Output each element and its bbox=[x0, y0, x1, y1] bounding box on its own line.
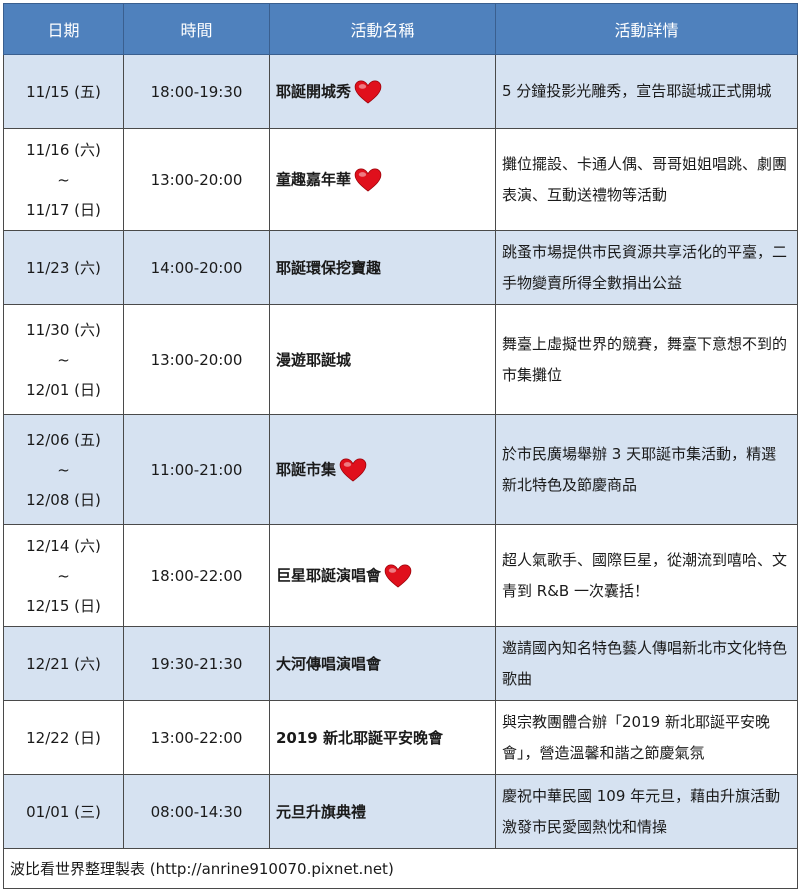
event-date: 11/30 (六) ~12/01 (日) bbox=[3, 304, 124, 415]
event-name: 漫遊耶誕城 bbox=[276, 351, 352, 369]
event-name: 巨星耶誕演唱會 bbox=[276, 566, 382, 584]
date-line: 12/08 (日) bbox=[26, 490, 101, 509]
event-schedule-table: 日期 時間 活動名稱 活動詳情 11/15 (五) 18:00-19:30 耶誕開城… bbox=[3, 3, 798, 889]
header-event-detail: 活動詳情 bbox=[495, 3, 798, 55]
date-line: 11/30 (六) bbox=[26, 320, 101, 339]
table-row: 01/01 (三) 08:00-14:30 元旦升旗典禮 慶祝中華民國 109 年元旦… bbox=[3, 774, 798, 849]
header-event-name: 活動名稱 bbox=[269, 3, 496, 55]
table-row: 12/06 (五) ~12/08 (日) 11:00-21:00 耶誕市集 於市民廣場舉… bbox=[3, 414, 798, 525]
date-line: ~ bbox=[57, 350, 70, 369]
header-date: 日期 bbox=[3, 3, 124, 55]
date-line: ~ bbox=[57, 566, 70, 585]
event-name-cell: 大河傳唱演唱會 bbox=[269, 626, 496, 701]
event-name-cell: 元旦升旗典禮 bbox=[269, 774, 496, 849]
date-line: 01/01 (三) bbox=[26, 802, 101, 821]
event-name-cell: 巨星耶誕演唱會 bbox=[269, 524, 496, 627]
event-name: 耶誕開城秀 bbox=[276, 82, 352, 100]
event-detail: 跳蚤市場提供市民資源共享活化的平臺，二手物變賣所得全數捐出公益 bbox=[495, 230, 798, 305]
date-line: 11/16 (六) bbox=[26, 140, 101, 159]
event-name: 童趣嘉年華 bbox=[276, 170, 352, 188]
event-time: 13:00-22:00 bbox=[123, 700, 270, 775]
event-time: 18:00-19:30 bbox=[123, 54, 270, 129]
table-row: 12/22 (日) 13:00-22:00 2019 新北耶誕平安晚會 與宗教團體合辦… bbox=[3, 700, 798, 775]
event-detail: 超人氣歌手、國際巨星，從潮流到嘻哈、文青到 R&B 一次囊括！ bbox=[495, 524, 798, 627]
event-name-cell: 童趣嘉年華 bbox=[269, 128, 496, 231]
event-name-cell: 耶誕環保挖寶趣 bbox=[269, 230, 496, 305]
event-detail: 5 分鐘投影光雕秀，宣告耶誕城正式開城 bbox=[495, 54, 798, 129]
table-row: 11/23 (六) 14:00-20:00 耶誕環保挖寶趣 跳蚤市場提供市民資源共享活… bbox=[3, 230, 798, 305]
event-time: 08:00-14:30 bbox=[123, 774, 270, 849]
event-name: 大河傳唱演唱會 bbox=[276, 655, 382, 673]
table-row: 11/30 (六) ~12/01 (日) 13:00-20:00 漫遊耶誕城 舞臺上虛擬… bbox=[3, 304, 798, 415]
event-date: 11/16 (六) ~11/17 (日) bbox=[3, 128, 124, 231]
event-time: 13:00-20:00 bbox=[123, 304, 270, 415]
heart-icon bbox=[354, 80, 382, 104]
date-line: 12/21 (六) bbox=[26, 654, 101, 673]
event-detail: 於市民廣場舉辦 3 天耶誕市集活動，精選新北特色及節慶商品 bbox=[495, 414, 798, 525]
date-line: ~ bbox=[57, 170, 70, 189]
event-date: 11/15 (五) bbox=[3, 54, 124, 129]
footer-row: 波比看世界整理製表 (http://anrine910070.pixnet.ne… bbox=[3, 848, 798, 889]
event-date: 01/01 (三) bbox=[3, 774, 124, 849]
event-time: 14:00-20:00 bbox=[123, 230, 270, 305]
event-time: 18:00-22:00 bbox=[123, 524, 270, 627]
event-date: 12/21 (六) bbox=[3, 626, 124, 701]
event-name-cell: 2019 新北耶誕平安晚會 bbox=[269, 700, 496, 775]
event-name-cell: 漫遊耶誕城 bbox=[269, 304, 496, 415]
header-time: 時間 bbox=[123, 3, 270, 55]
date-line: 12/14 (六) bbox=[26, 536, 101, 555]
event-detail: 舞臺上虛擬世界的競賽，舞臺下意想不到的市集攤位 bbox=[495, 304, 798, 415]
event-detail: 慶祝中華民國 109 年元旦，藉由升旗活動激發市民愛國熱忱和情操 bbox=[495, 774, 798, 849]
event-detail: 與宗教團體合辦「2019 新北耶誕平安晚會」，營造溫馨和諧之節慶氣氛 bbox=[495, 700, 798, 775]
date-line: ~ bbox=[57, 460, 70, 479]
event-detail: 攤位擺設、卡通人偶、哥哥姐姐唱跳、劇團表演、互動送禮物等活動 bbox=[495, 128, 798, 231]
heart-icon bbox=[339, 458, 367, 482]
event-name-cell: 耶誕市集 bbox=[269, 414, 496, 525]
table-row: 11/16 (六) ~11/17 (日) 13:00-20:00 童趣嘉年華 攤位擺設、… bbox=[3, 128, 798, 231]
date-line: 11/17 (日) bbox=[26, 200, 101, 219]
event-detail: 邀請國內知名特色藝人傳唱新北市文化特色歌曲 bbox=[495, 626, 798, 701]
table-row: 12/14 (六) ~12/15 (日) 18:00-22:00 巨星耶誕演唱會 超人氣… bbox=[3, 524, 798, 627]
event-name: 耶誕環保挖寶趣 bbox=[276, 259, 382, 277]
event-name-cell: 耶誕開城秀 bbox=[269, 54, 496, 129]
event-time: 11:00-21:00 bbox=[123, 414, 270, 525]
source-credit: 波比看世界整理製表 (http://anrine910070.pixnet.ne… bbox=[3, 848, 798, 889]
event-name: 耶誕市集 bbox=[276, 460, 337, 478]
table-row: 11/15 (五) 18:00-19:30 耶誕開城秀 5 分鐘投影光雕秀，宣告耶誕城… bbox=[3, 54, 798, 129]
date-line: 12/01 (日) bbox=[26, 380, 101, 399]
date-line: 12/15 (日) bbox=[26, 596, 101, 615]
date-line: 12/22 (日) bbox=[26, 728, 101, 747]
event-name: 2019 新北耶誕平安晚會 bbox=[276, 729, 443, 747]
event-time: 13:00-20:00 bbox=[123, 128, 270, 231]
heart-icon bbox=[384, 564, 412, 588]
date-line: 12/06 (五) bbox=[26, 430, 101, 449]
heart-icon bbox=[354, 168, 382, 192]
table-row: 12/21 (六) 19:30-21:30 大河傳唱演唱會 邀請國內知名特色藝人傳唱新… bbox=[3, 626, 798, 701]
event-date: 12/14 (六) ~12/15 (日) bbox=[3, 524, 124, 627]
event-date: 11/23 (六) bbox=[3, 230, 124, 305]
event-date: 12/06 (五) ~12/08 (日) bbox=[3, 414, 124, 525]
event-time: 19:30-21:30 bbox=[123, 626, 270, 701]
header-row: 日期 時間 活動名稱 活動詳情 bbox=[3, 3, 798, 55]
event-date: 12/22 (日) bbox=[3, 700, 124, 775]
event-name: 元旦升旗典禮 bbox=[276, 803, 367, 821]
date-line: 11/15 (五) bbox=[26, 82, 101, 101]
date-line: 11/23 (六) bbox=[26, 258, 101, 277]
